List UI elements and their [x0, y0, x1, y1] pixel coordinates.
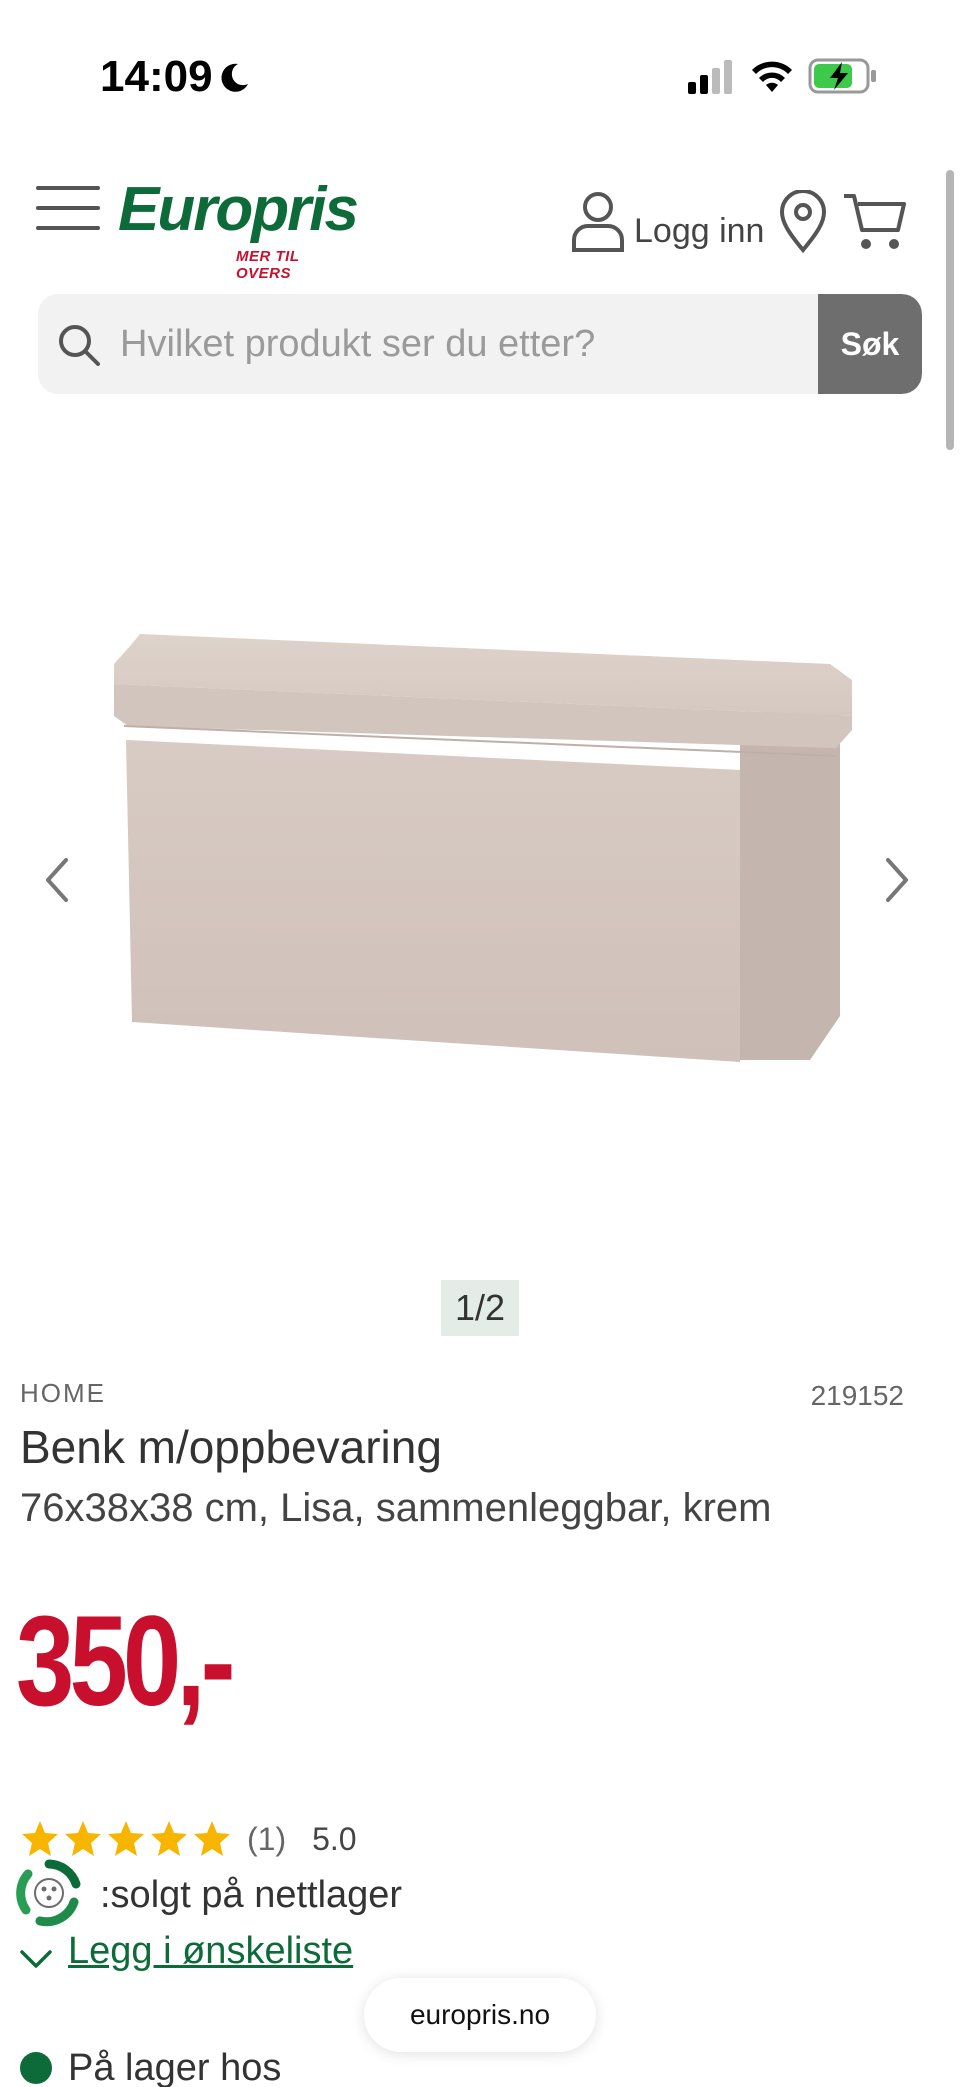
- signal-icon: [688, 60, 732, 94]
- search-button[interactable]: Søk: [818, 294, 922, 394]
- availability-text: :solgt på nettlager: [100, 1874, 403, 1916]
- gallery-page-indicator: 1/2: [441, 1280, 519, 1336]
- menu-icon[interactable]: [36, 184, 100, 232]
- search-input[interactable]: [120, 294, 840, 394]
- product-image[interactable]: [100, 630, 860, 1100]
- europris-logo[interactable]: Europris MER TIL OVERS: [118, 174, 359, 282]
- chevron-left-icon[interactable]: [38, 850, 78, 910]
- logo-wordmark: Europris: [118, 175, 359, 244]
- in-stock-dot: [20, 2052, 52, 2084]
- star-icon: [151, 1821, 187, 1856]
- cart-icon[interactable]: [842, 190, 908, 252]
- browser-url-bar[interactable]: europris.no: [364, 1978, 596, 2052]
- user-icon[interactable]: [570, 190, 626, 252]
- recycle-badge-icon[interactable]: [14, 1858, 84, 1928]
- chevron-down-icon: [20, 1950, 52, 1968]
- site-header: Europris MER TIL OVERS Logg inn: [0, 160, 960, 282]
- status-bar: 14:09: [0, 0, 960, 140]
- moon-icon: [221, 63, 248, 92]
- wifi-icon: [752, 61, 792, 92]
- star-icon: [108, 1821, 144, 1856]
- product-gallery: 1/2: [0, 430, 960, 1336]
- search-icon: [59, 325, 100, 366]
- wishlist-link[interactable]: Legg i ønskeliste: [68, 1930, 353, 1973]
- status-time: 14:09: [100, 52, 213, 101]
- star-icon: [22, 1821, 58, 1856]
- star-icon: [65, 1821, 101, 1856]
- search-bar: Søk: [38, 294, 922, 394]
- rating-count: (1): [247, 1820, 287, 1857]
- stock-status: På lager hos: [20, 2046, 281, 2087]
- rating-score: 5.0: [312, 1820, 357, 1857]
- product-price: 350,-: [16, 1590, 236, 1733]
- battery-charging-icon: [808, 58, 876, 94]
- wishlist-row[interactable]: Legg i ønskeliste: [18, 1926, 353, 1976]
- product-category[interactable]: HOME: [20, 1378, 106, 1409]
- location-pin-icon[interactable]: [778, 190, 828, 254]
- star-icon: [194, 1821, 230, 1856]
- scrollbar-thumb[interactable]: [946, 170, 954, 450]
- login-link[interactable]: Logg inn: [634, 212, 764, 251]
- stock-text: På lager hos: [68, 2046, 282, 2087]
- logo-tagline: MER TIL OVERS: [236, 248, 300, 282]
- product-subtitle: 76x38x38 cm, Lisa, sammenleggbar, krem: [20, 1486, 772, 1530]
- chevron-right-icon[interactable]: [876, 850, 916, 910]
- product-title: Benk m/oppbevaring: [20, 1421, 442, 1473]
- product-sku: 219152: [810, 1380, 904, 1411]
- product-rating[interactable]: (1) 5.0: [20, 1814, 357, 1864]
